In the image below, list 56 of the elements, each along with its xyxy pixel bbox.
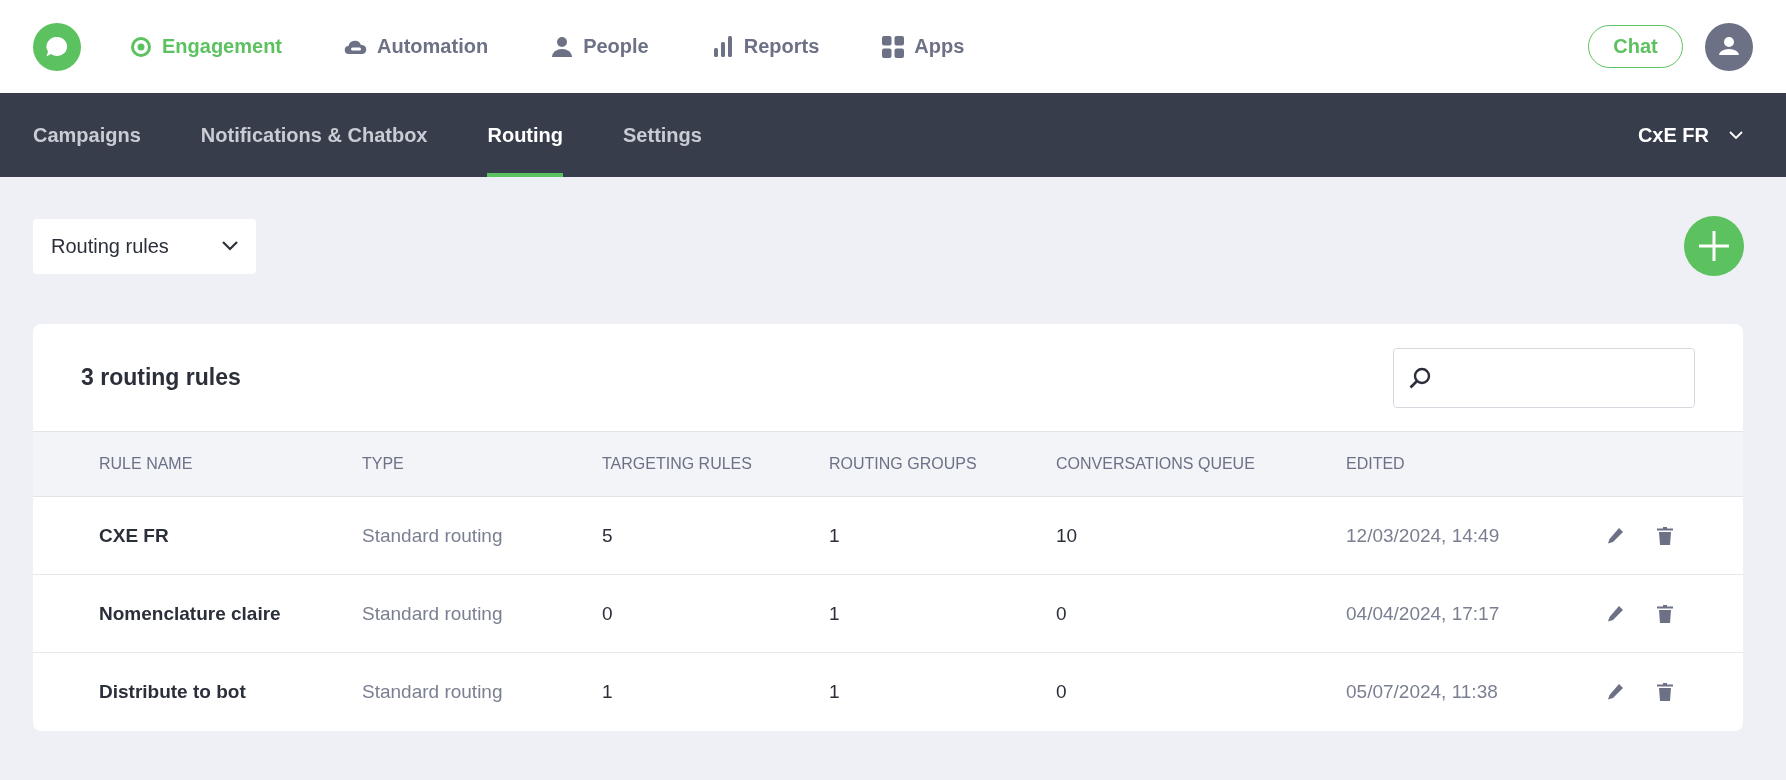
target-icon: [129, 34, 153, 59]
delete-button[interactable]: [1655, 603, 1675, 624]
column-header: EDITED: [1346, 455, 1406, 473]
rules-count-title: 3 routing rules: [81, 364, 241, 391]
table-cell-text: Standard routing: [362, 524, 504, 547]
view-dropdown[interactable]: Routing rules: [33, 218, 256, 274]
trash-icon: [1655, 525, 1675, 546]
column-header: CONVERSATIONS QUEUE: [1056, 455, 1256, 473]
edit-button[interactable]: [1605, 525, 1625, 546]
edit-button[interactable]: [1605, 682, 1625, 702]
table-cell-text: 1: [829, 524, 841, 547]
workspace-dropdown[interactable]: CxE FR: [1637, 93, 1753, 177]
delete-button[interactable]: [1655, 525, 1675, 546]
nav-item[interactable]: Automation: [344, 34, 489, 59]
trash-icon: [1655, 682, 1675, 702]
table-cell-text: Nomenclature claire: [99, 602, 282, 625]
column-header: ROUTING GROUPS: [829, 455, 978, 473]
table-cell-text: 12/03/2024, 14:49: [1346, 524, 1501, 547]
table-cell-text: 04/04/2024, 17:17: [1346, 602, 1501, 625]
table-cell-text: 10: [1056, 524, 1079, 547]
table-cell-text: 0: [1056, 681, 1068, 703]
tab[interactable]: Campaigns: [33, 93, 141, 177]
table-cell-text: Standard routing: [362, 681, 504, 703]
chat-bubble-logo: [33, 22, 81, 71]
delete-button[interactable]: [1655, 682, 1675, 702]
table-cell-text: 0: [1056, 602, 1068, 625]
table-cell-text: 1: [829, 602, 841, 625]
chevron-down-icon: [1729, 131, 1743, 139]
table-cell-text: 5: [602, 524, 614, 547]
table-cell-text: 1: [602, 681, 614, 703]
chevron-down-icon: [222, 241, 238, 251]
nav-item[interactable]: Apps: [881, 34, 965, 59]
table-cell-text: CXE FR: [99, 524, 170, 547]
tab[interactable]: Settings: [623, 93, 702, 177]
table-cell-text: 05/07/2024, 11:38: [1346, 681, 1499, 703]
column-header: TARGETING RULES: [602, 455, 753, 473]
column-header: TYPE: [362, 455, 405, 473]
person-icon: [550, 34, 575, 59]
tab[interactable]: Routing: [487, 93, 563, 177]
pencil-icon: [1605, 603, 1625, 624]
search-field[interactable]: [1393, 347, 1695, 408]
edit-button[interactable]: [1605, 603, 1625, 624]
table-cell-text: 0: [602, 602, 614, 625]
nav-item[interactable]: Reports: [710, 34, 820, 59]
table-cell-text: Standard routing: [362, 602, 504, 625]
trash-icon: [1655, 603, 1675, 624]
avatar-icon: [1705, 22, 1753, 71]
nav-item[interactable]: People: [550, 34, 649, 59]
table-cell-text: Distribute to bot: [99, 681, 247, 703]
tab[interactable]: Notifications & Chatbox: [200, 93, 428, 177]
pencil-icon: [1605, 525, 1625, 546]
search-icon: [1408, 365, 1432, 390]
grid-icon: [881, 34, 906, 59]
pencil-icon: [1605, 682, 1625, 702]
column-header: RULE NAME: [99, 455, 194, 473]
table-cell-text: 1: [829, 681, 841, 703]
